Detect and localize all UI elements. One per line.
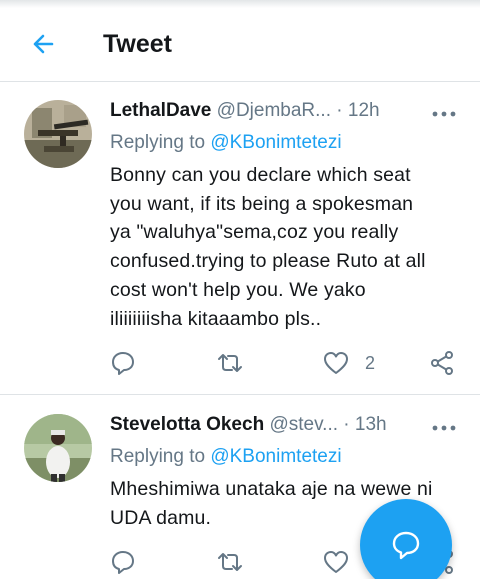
replying-handle-link[interactable]: @KBonimtetezi bbox=[210, 446, 341, 467]
heart-icon[interactable] bbox=[322, 349, 350, 377]
replying-to: Replying to @KBonimtetezi bbox=[110, 132, 342, 154]
timestamp: · 13h bbox=[343, 414, 387, 435]
share-icon[interactable] bbox=[428, 349, 456, 377]
avatar[interactable] bbox=[24, 414, 92, 482]
heart-icon[interactable] bbox=[322, 548, 350, 576]
author-handle[interactable]: @stev... bbox=[269, 414, 338, 435]
status-shadow bbox=[0, 0, 480, 8]
tweet-actions: 2 bbox=[0, 349, 480, 379]
avatar[interactable] bbox=[24, 100, 92, 168]
replying-label: Replying to bbox=[110, 446, 211, 467]
retweet-icon[interactable] bbox=[216, 349, 244, 377]
replying-handle-link[interactable]: @KBonimtetezi bbox=[210, 132, 341, 153]
comment-bubble-icon[interactable] bbox=[109, 349, 137, 377]
more-dots-icon[interactable] bbox=[432, 110, 456, 118]
retweet-icon[interactable] bbox=[216, 548, 244, 576]
more-dots-icon[interactable] bbox=[432, 424, 456, 432]
author-handle[interactable]: @DjembaR... bbox=[217, 100, 331, 121]
tweet-text: Bonny can you declare which seat you wan… bbox=[110, 161, 460, 333]
app-header: Tweet bbox=[0, 8, 480, 82]
tweet-text-line: iliiiiiiisha kitaaambo pls.. bbox=[110, 307, 322, 330]
tweet-text-line: confused.trying to please Ruto at all bbox=[110, 250, 426, 273]
timestamp: · 12h bbox=[336, 100, 380, 121]
arrow-left-icon[interactable] bbox=[28, 28, 60, 60]
author-name[interactable]: LethalDave bbox=[110, 100, 211, 121]
tweet-text-line: Bonny can you declare which seat bbox=[110, 164, 411, 186]
author-name[interactable]: Stevelotta Okech bbox=[110, 414, 264, 435]
tweet-text-line: ya "waluhya"sema,coz you really bbox=[110, 221, 399, 244]
like-count: 2 bbox=[365, 353, 376, 373]
tweet-text-line: you want, if its being a spokesman bbox=[110, 192, 414, 215]
page-title: Tweet bbox=[103, 30, 172, 58]
replying-to: Replying to @KBonimtetezi bbox=[110, 446, 342, 468]
tweet-item[interactable]: LethalDave @DjembaR... · 12h Replying to… bbox=[0, 83, 480, 395]
comment-bubble-icon[interactable] bbox=[109, 548, 137, 576]
tweet-text-line: cost won't help you. We yako bbox=[110, 278, 366, 301]
compose-reply-icon bbox=[392, 531, 420, 560]
replying-label: Replying to bbox=[110, 132, 211, 153]
